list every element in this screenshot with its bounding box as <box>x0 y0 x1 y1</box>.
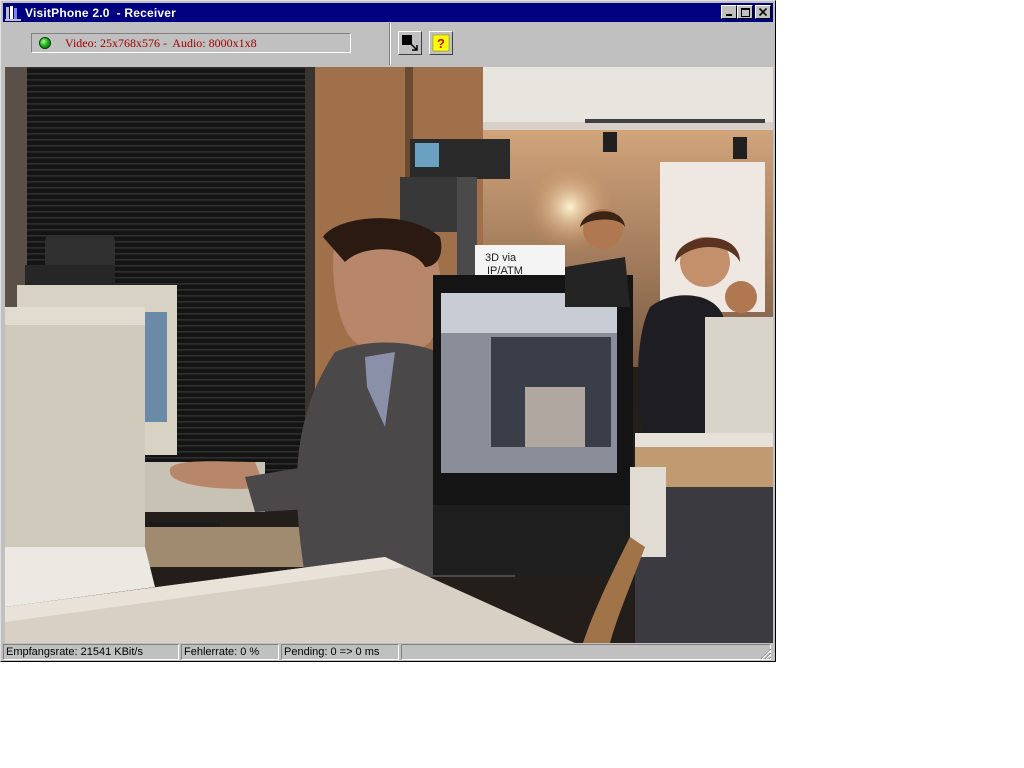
help-question-icon: ? <box>432 34 450 52</box>
app-icon <box>5 5 21 21</box>
resize-grip-icon[interactable] <box>760 648 772 660</box>
minimize-icon <box>726 14 732 16</box>
close-button[interactable] <box>755 5 771 19</box>
maximize-button[interactable] <box>737 5 753 19</box>
title-buttons <box>721 5 771 19</box>
status-bar: Empfangsrate: 21541 KBit/s Fehlerrate: 0… <box>3 643 773 661</box>
extra-status-panel <box>401 644 771 660</box>
window-title: VisitPhone 2.0 - Receiver <box>25 5 177 20</box>
close-icon <box>759 8 767 16</box>
receive-rate-panel: Empfangsrate: 21541 KBit/s <box>3 644 179 660</box>
minimize-button[interactable] <box>721 5 737 19</box>
stream-format-text: Video: 25x768x576 - Audio: 8000x1x8 <box>65 35 257 50</box>
video-frame: 3D via IP/ATM <box>5 67 773 643</box>
svg-text:?: ? <box>437 36 445 51</box>
fullscreen-button[interactable] <box>398 31 422 55</box>
help-button[interactable]: ? <box>429 31 453 55</box>
booth-sign-line1: 3D via <box>485 252 517 264</box>
stream-status-field: Video: 25x768x576 - Audio: 8000x1x8 <box>31 33 351 53</box>
fullscreen-toggle-icon <box>402 35 418 51</box>
main-window: VisitPhone 2.0 - Receiver Video: 25x768x… <box>0 0 776 662</box>
video-display: 3D via IP/ATM <box>5 67 773 643</box>
connection-led-icon <box>39 37 51 49</box>
toolbar: Video: 25x768x576 - Audio: 8000x1x8 ? <box>3 23 773 65</box>
maximize-icon <box>740 7 750 17</box>
toolbar-divider <box>389 23 391 65</box>
error-rate-panel: Fehlerrate: 0 % <box>181 644 279 660</box>
pending-panel: Pending: 0 => 0 ms <box>281 644 399 660</box>
title-bar[interactable]: VisitPhone 2.0 - Receiver <box>3 3 773 22</box>
